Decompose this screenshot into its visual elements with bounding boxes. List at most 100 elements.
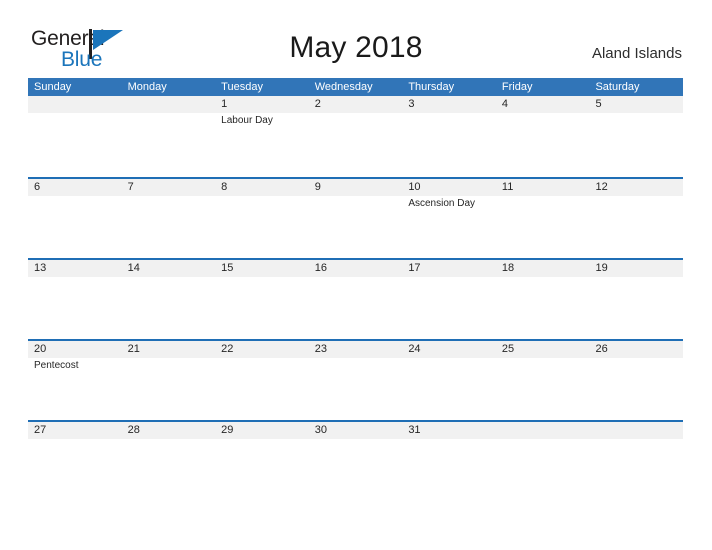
day-cell[interactable]: 11 xyxy=(496,179,590,258)
day-events xyxy=(122,113,216,114)
day-number: 5 xyxy=(595,98,602,110)
day-events xyxy=(589,277,683,278)
day-number: 25 xyxy=(501,343,515,355)
day-cell[interactable]: 27 xyxy=(28,422,122,501)
day-number: 4 xyxy=(501,98,509,110)
day-events xyxy=(28,113,122,114)
day-cell[interactable]: 29 xyxy=(215,422,309,501)
day-cell[interactable]: 12 xyxy=(589,179,683,258)
day-cell[interactable]: 30 xyxy=(309,422,403,501)
day-number: 17 xyxy=(408,262,421,274)
day-cell[interactable]: 18 xyxy=(496,260,590,339)
day-cell[interactable]: 26 xyxy=(589,341,683,420)
day-cell[interactable]: 16 xyxy=(309,260,403,339)
day-cell[interactable]: 14 xyxy=(122,260,216,339)
day-cell[interactable]: 19 xyxy=(589,260,683,339)
weekday-header-monday: Monday xyxy=(127,81,167,93)
day-number xyxy=(589,422,683,439)
day-number: 3 xyxy=(408,98,415,110)
day-number: 12 xyxy=(595,181,608,193)
calendar-week-row: 1 Labour Day 2 3 4 5 xyxy=(28,96,683,177)
day-number: 7 xyxy=(127,181,134,193)
day-events xyxy=(28,439,122,440)
day-events xyxy=(122,358,216,359)
day-cell[interactable]: 13 xyxy=(28,260,122,339)
day-cell[interactable]: 6 xyxy=(28,179,122,258)
day-cell[interactable]: 21 xyxy=(122,341,216,420)
day-number: 18 xyxy=(501,262,515,274)
day-cell-empty xyxy=(589,422,683,501)
day-number: 22 xyxy=(221,343,234,355)
day-events xyxy=(215,277,309,278)
day-events xyxy=(309,113,403,114)
day-number: 14 xyxy=(127,262,140,274)
day-number: 2 xyxy=(314,98,321,110)
holiday-label: Pentecost xyxy=(34,360,79,371)
day-number: 8 xyxy=(221,181,228,193)
weekday-header-wednesday: Wednesday xyxy=(314,81,373,93)
day-number: 13 xyxy=(34,262,47,274)
day-cell[interactable]: 31 xyxy=(402,422,496,501)
day-cell[interactable]: 15 xyxy=(215,260,309,339)
day-number: 21 xyxy=(127,343,140,355)
calendar-week-row: 27 28 29 30 31 xyxy=(28,420,683,501)
day-cell[interactable]: 3 xyxy=(402,96,496,177)
calendar-grid: Sunday Monday Tuesday Wednesday Thursday… xyxy=(28,78,683,501)
day-number: 16 xyxy=(314,262,327,274)
day-events xyxy=(309,358,403,359)
day-cell[interactable]: 7 xyxy=(122,179,216,258)
day-cell[interactable]: 24 xyxy=(402,341,496,420)
day-cell[interactable]: 2 xyxy=(309,96,403,177)
page-header: General Blue May 2018 Aland Islands xyxy=(0,0,712,76)
day-cell[interactable]: 22 xyxy=(215,341,309,420)
day-cell-empty xyxy=(496,422,590,501)
day-events xyxy=(589,196,683,197)
day-cell[interactable]: 10 Ascension Day xyxy=(402,179,496,258)
day-cell[interactable]: 28 xyxy=(122,422,216,501)
day-events: Ascension Day xyxy=(402,196,496,210)
day-events xyxy=(402,358,496,359)
day-cell[interactable]: 17 xyxy=(402,260,496,339)
day-events xyxy=(496,358,590,359)
day-cell[interactable]: 1 Labour Day xyxy=(215,96,309,177)
locale-label: Aland Islands xyxy=(591,45,682,62)
day-cell[interactable]: 25 xyxy=(496,341,590,420)
day-number: 24 xyxy=(408,343,421,355)
day-events xyxy=(496,196,590,197)
day-cell[interactable]: 20 Pentecost xyxy=(28,341,122,420)
day-number: 26 xyxy=(595,343,608,355)
day-number: 1 xyxy=(221,98,228,110)
holiday-label: Labour Day xyxy=(221,115,273,126)
day-number xyxy=(28,96,122,113)
day-cell[interactable]: 5 xyxy=(589,96,683,177)
day-cell[interactable]: 23 xyxy=(309,341,403,420)
day-events xyxy=(496,113,590,114)
day-events xyxy=(215,358,309,359)
week-cells: 6 7 8 9 10 Ascension Day 11 12 xyxy=(28,179,683,258)
day-events xyxy=(215,439,309,440)
day-number: 11 xyxy=(501,181,514,193)
day-events: Labour Day xyxy=(215,113,309,127)
day-events: Pentecost xyxy=(28,358,122,372)
day-number xyxy=(496,422,590,439)
day-events xyxy=(309,277,403,278)
day-number: 23 xyxy=(314,343,327,355)
day-cell[interactable]: 8 xyxy=(215,179,309,258)
day-events xyxy=(402,439,496,440)
day-events xyxy=(589,439,683,440)
day-events xyxy=(122,277,216,278)
day-events xyxy=(122,439,216,440)
day-events xyxy=(496,277,590,278)
day-cell[interactable]: 4 xyxy=(496,96,590,177)
calendar-week-row: 6 7 8 9 10 Ascension Day 11 12 xyxy=(28,177,683,258)
day-events xyxy=(589,358,683,359)
day-events xyxy=(402,113,496,114)
day-cell[interactable]: 9 xyxy=(309,179,403,258)
weekday-header-thursday: Thursday xyxy=(408,81,455,93)
day-events xyxy=(309,439,403,440)
day-events xyxy=(28,277,122,278)
week-cells: 13 14 15 16 17 18 19 xyxy=(28,260,683,339)
day-number: 31 xyxy=(408,424,421,436)
calendar-week-row: 20 Pentecost 21 22 23 24 25 26 xyxy=(28,339,683,420)
day-events xyxy=(309,196,403,197)
